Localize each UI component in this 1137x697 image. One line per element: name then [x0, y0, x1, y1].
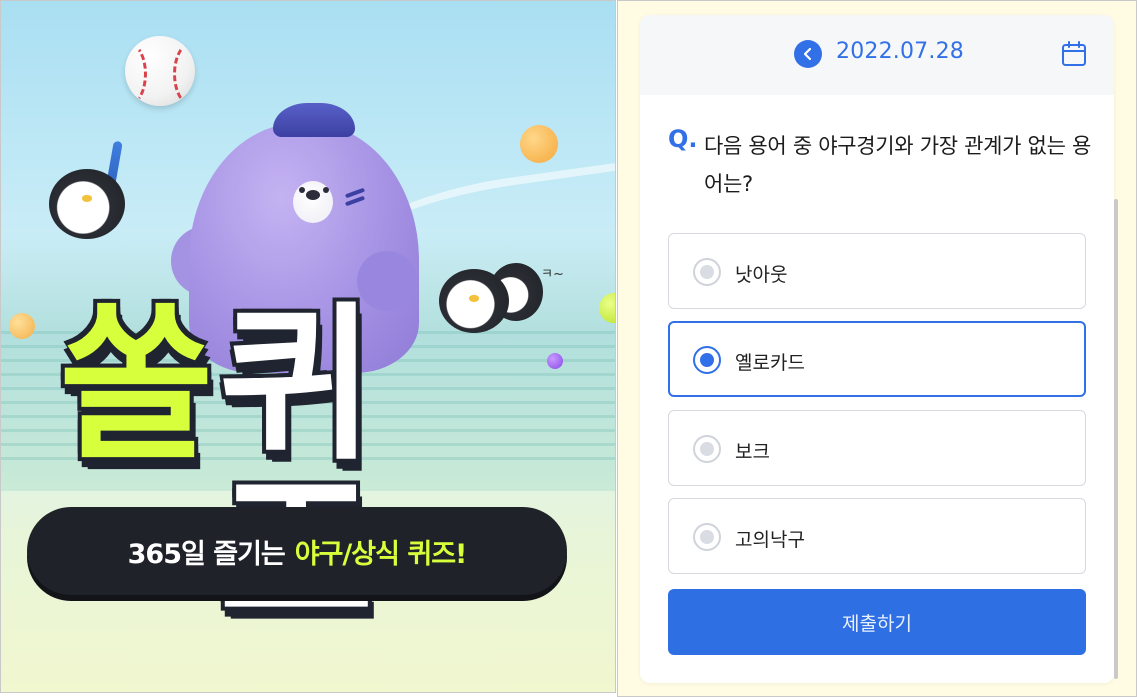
yellow-orb-decoration [9, 313, 35, 339]
subtitle-text: 365일 즐기는 [127, 538, 286, 570]
radio-button[interactable] [693, 523, 721, 551]
mascot-cap [273, 103, 355, 137]
mascot-eye [299, 187, 305, 193]
answer-option-label: 낫아웃 [735, 264, 788, 286]
baseball-icon [125, 36, 195, 106]
question-mark-label: Q. [668, 125, 698, 153]
squiggle-text: ㅋ~ [541, 267, 564, 282]
penguin-character [49, 169, 125, 239]
subtitle-pill: 365일 즐기는 야구/상식 퀴즈! [27, 507, 567, 595]
answer-option-label: 보크 [735, 441, 770, 463]
answer-option[interactable]: 낫아웃 [668, 233, 1086, 309]
scrollbar[interactable] [1114, 199, 1118, 679]
radio-button[interactable] [693, 435, 721, 463]
quiz-card: 2022.07.28 Q. 다음 용어 중 야구경기와 가장 관계가 없는 용어… [640, 15, 1114, 683]
penguin-beak [82, 195, 92, 202]
radio-button[interactable] [693, 346, 721, 374]
submit-button[interactable]: 제출하기 [668, 589, 1086, 655]
mascot-eye [323, 187, 329, 193]
promo-banner: ㅋ~ 쏠 퀴즈 365일 즐기는 야구/상식 퀴즈! [0, 0, 616, 693]
date-navigation: 2022.07.28 [640, 15, 1114, 95]
penguin-character [439, 269, 509, 333]
calendar-icon[interactable] [1060, 40, 1088, 68]
orange-orb-decoration [520, 125, 558, 163]
title-sol: 쏠 [59, 287, 214, 483]
quiz-panel: 2022.07.28 Q. 다음 용어 중 야구경기와 가장 관계가 없는 용어… [617, 0, 1137, 697]
answer-option[interactable]: 옐로카드 [668, 321, 1086, 397]
chevron-left-icon[interactable] [794, 40, 822, 68]
mascot-nose [306, 190, 320, 200]
penguin-beak [469, 295, 479, 302]
question-text: 다음 용어 중 야구경기와 가장 관계가 없는 용어는? [704, 134, 1091, 196]
quiz-date: 2022.07.28 [836, 39, 964, 64]
answer-option[interactable]: 보크 [668, 410, 1086, 486]
answer-option[interactable]: 고의낙구 [668, 498, 1086, 574]
subtitle-highlight: 야구/상식 퀴즈! [294, 538, 468, 570]
radio-button[interactable] [693, 258, 721, 286]
answer-option-label: 옐로카드 [735, 352, 805, 374]
answer-option-label: 고의낙구 [735, 529, 805, 551]
purple-orb-decoration [547, 353, 563, 369]
mascot-arm-right [357, 251, 417, 311]
